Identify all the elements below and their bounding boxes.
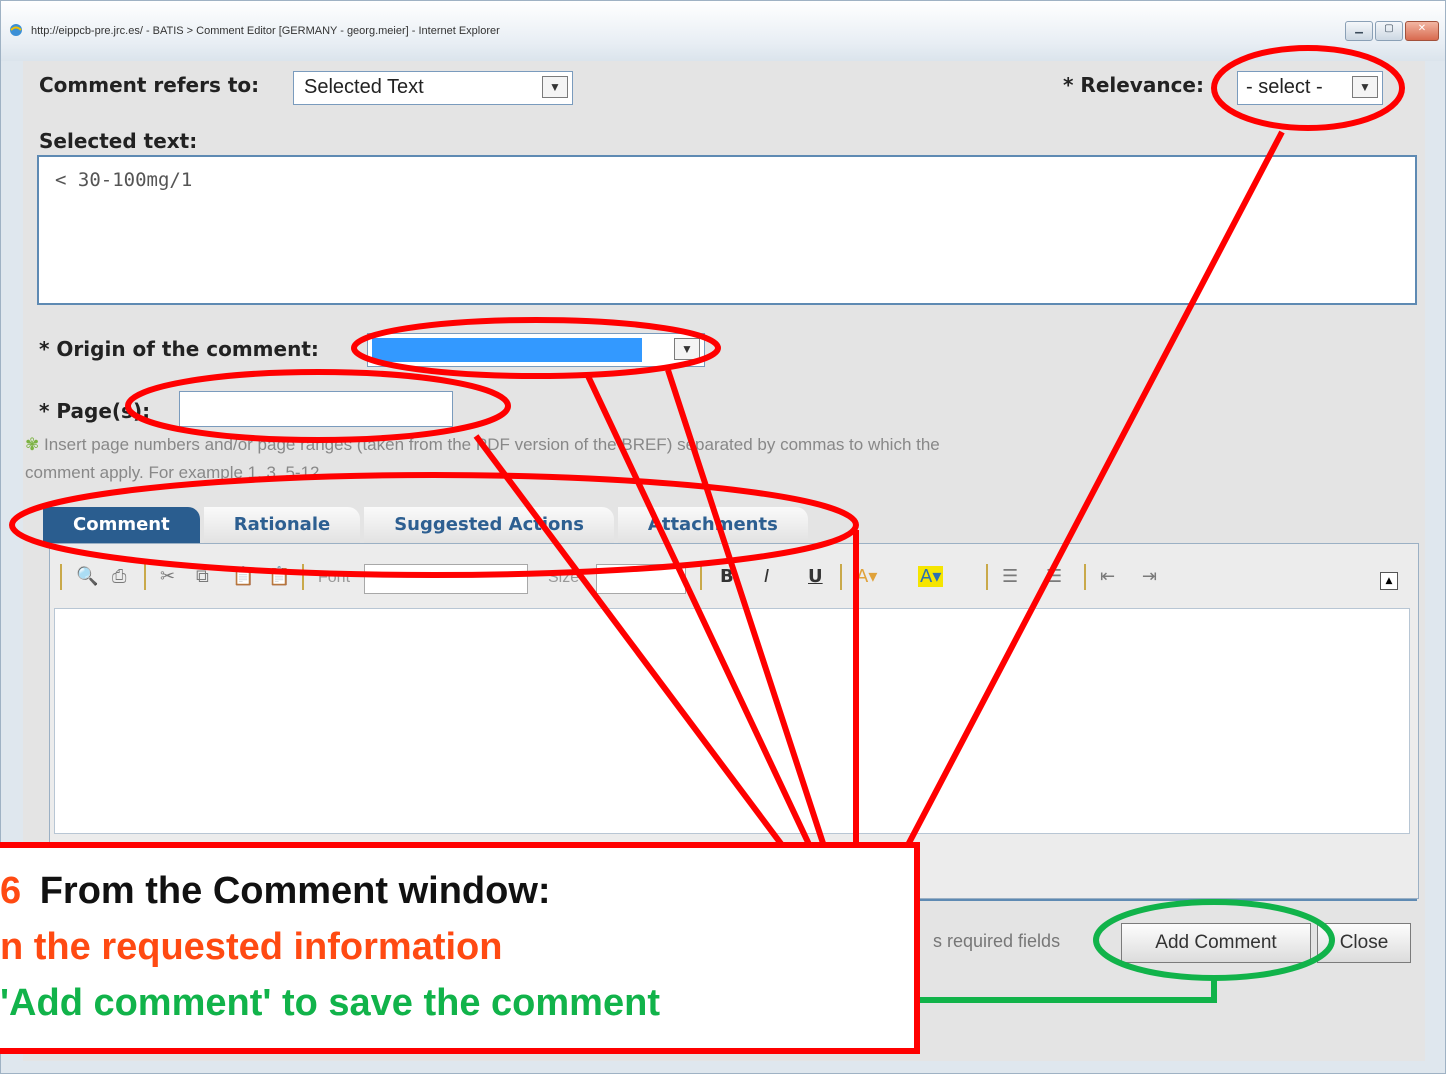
origin-selection-highlight [372,338,642,362]
chevron-down-icon: ▼ [542,76,568,98]
origin-label: * Origin of the comment: [39,337,319,361]
pages-hint: ✾ Insert page numbers and/or page ranges… [25,431,940,487]
outdent-icon[interactable]: ⇤ [1100,566,1115,587]
tab-rationale[interactable]: Rationale [203,507,361,543]
add-comment-button[interactable]: Add Comment [1121,923,1311,963]
window-title: http://eippcb-pre.jrc.es/ - BATIS > Comm… [31,25,500,37]
origin-select[interactable]: ▼ [367,333,705,367]
close-icon: ✕ [1417,23,1427,34]
refers-label: Comment refers to: [39,73,260,97]
numbered-list-icon[interactable]: ☰ [1002,566,1018,587]
tab-comment[interactable]: Comment [43,507,200,543]
selected-text-label: Selected text: [39,129,198,153]
copy-icon[interactable]: ⧉ [196,566,209,587]
step-number: 6 [0,870,22,912]
callout-line-3: 'Add comment' to save the comment [0,982,660,1024]
window-controls: ▁ ▢ ✕ [1345,21,1439,41]
tab-attachments[interactable]: Attachments [617,507,808,543]
pages-label: * Page(s): [39,399,151,423]
background-color-icon[interactable]: A▾ [918,566,944,587]
chevron-down-icon: ▼ [1352,76,1378,98]
toolbar-separator [144,564,146,590]
minimize-icon: ▁ [1355,23,1363,34]
minimize-button[interactable]: ▁ [1345,21,1373,41]
toolbar-separator [986,564,988,590]
lightbulb-icon: ✾ [25,435,40,454]
underline-icon[interactable]: U [808,566,823,587]
chevron-down-icon: ▼ [674,338,700,360]
selected-text-area: < 30-100mg/1 [37,155,1417,305]
close-window-button[interactable]: ✕ [1405,21,1439,41]
print-icon[interactable]: ⎙ [112,566,126,587]
collapse-toolbar-icon[interactable]: ▲ [1380,572,1398,590]
indent-icon[interactable]: ⇥ [1142,566,1157,587]
font-label: Font [318,569,351,586]
internet-explorer-icon [10,24,22,36]
maximize-button[interactable]: ▢ [1375,21,1403,41]
font-select[interactable] [364,564,528,594]
tab-suggested-actions[interactable]: Suggested Actions [364,507,614,543]
size-label: Size [548,569,580,586]
editor-tabs: Comment Rationale Suggested Actions Atta… [43,507,812,543]
toolbar-separator [1084,564,1086,590]
refers-value: Selected Text [304,76,424,98]
size-select[interactable] [596,564,686,594]
relevance-select[interactable]: - select - ▼ [1237,71,1383,105]
text-color-icon[interactable]: A▾ [856,566,877,587]
callout-line-2: n the requested information [0,926,503,968]
selected-text-value: < 30-100mg/1 [55,169,193,191]
toolbar-separator [700,564,702,590]
close-button[interactable]: Close [1317,923,1411,963]
maximize-icon: ▢ [1384,23,1394,34]
cut-icon[interactable]: ✂ [160,566,175,587]
required-fields-note: s required fields [933,931,1061,951]
hint-line-2: comment apply. For example 1, 3, 5-12. [25,463,325,482]
toolbar-separator [840,564,842,590]
title-bar: http://eippcb-pre.jrc.es/ - BATIS > Comm… [1,1,1445,61]
callout-line-1: 6 From the Comment window: [0,870,551,913]
callout-heading: From the Comment window: [39,870,551,912]
paste-icon[interactable]: 📋 [232,566,254,587]
editor-toolbar: 🔍 ⎙ ✂ ⧉ 📋 📋 Font Size B I U A▾ A▾ ☰ ☰ ⇤ … [50,544,1418,604]
italic-icon[interactable]: I [764,566,769,587]
toolbar-separator [60,564,62,590]
bold-icon[interactable]: B [720,566,734,587]
comment-edit-area[interactable] [54,608,1410,834]
refers-select[interactable]: Selected Text ▼ [293,71,573,105]
instruction-callout: 6 From the Comment window: n the request… [0,842,920,1054]
preview-icon[interactable]: 🔍 [76,566,98,587]
paste-word-icon[interactable]: 📋 [268,566,290,587]
pages-input[interactable] [179,391,453,427]
relevance-value: - select - [1246,76,1323,98]
bulleted-list-icon[interactable]: ☰ [1046,566,1062,587]
hint-line-1: Insert page numbers and/or page ranges (… [43,435,940,454]
toolbar-separator [302,564,304,590]
relevance-label: * Relevance: [1063,73,1204,97]
